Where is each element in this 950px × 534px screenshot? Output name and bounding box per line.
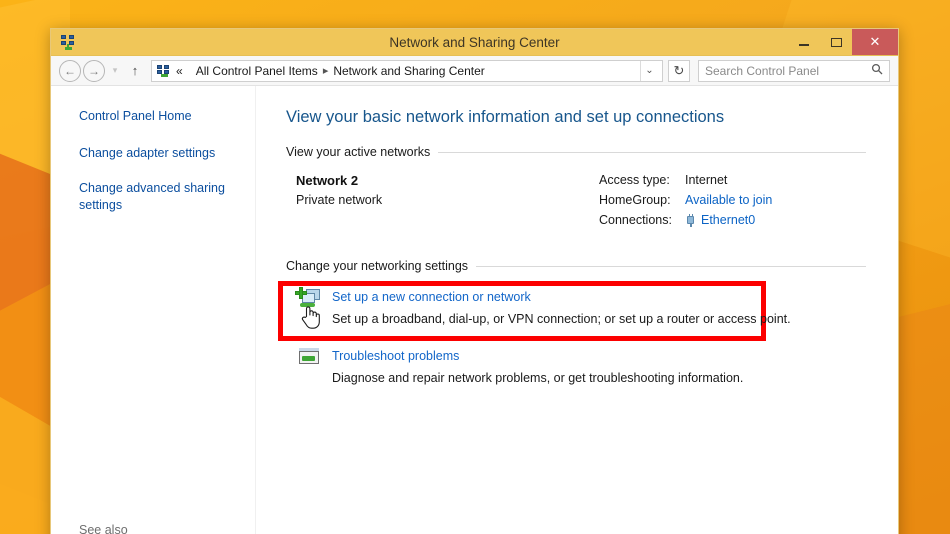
set-up-new-connection-description: Set up a broadband, dial-up, or VPN conn… xyxy=(332,312,791,326)
hand-pointer-cursor xyxy=(299,303,321,329)
network-sharing-center-window: Network and Sharing Center ✕ ← → ▾ ↑ « A… xyxy=(50,28,899,534)
breadcrumb[interactable]: « All Control Panel Items ▸ Network and … xyxy=(151,60,663,82)
maximize-button[interactable] xyxy=(820,29,852,55)
page-title: View your basic network information and … xyxy=(286,108,866,127)
title-bar[interactable]: Network and Sharing Center ✕ xyxy=(51,29,898,56)
history-dropdown-icon[interactable]: ▾ xyxy=(107,65,123,76)
main-content: View your basic network information and … xyxy=(256,86,898,534)
troubleshoot-problems-description: Diagnose and repair network problems, or… xyxy=(332,371,743,385)
action-set-up-new-connection[interactable]: Set up a new connection or network Set u… xyxy=(286,287,866,326)
search-icon[interactable] xyxy=(871,63,883,78)
detail-row-connections: Connections: Ethernet0 xyxy=(599,213,772,227)
chevron-down-icon[interactable]: ⌄ xyxy=(640,61,658,81)
control-panel-icon xyxy=(156,64,172,78)
active-networks-label: View your active networks xyxy=(286,145,430,159)
networking-settings-label: Change your networking settings xyxy=(286,259,468,273)
breadcrumb-separator-1: ▸ xyxy=(323,64,329,77)
detail-key-homegroup: HomeGroup: xyxy=(599,193,685,207)
set-up-new-connection-link[interactable]: Set up a new connection or network xyxy=(332,290,531,304)
address-bar: ← → ▾ ↑ « All Control Panel Items ▸ Netw… xyxy=(51,56,898,86)
detail-key-access-type: Access type: xyxy=(599,173,685,187)
window-title: Network and Sharing Center xyxy=(51,35,898,50)
section-divider xyxy=(476,266,866,267)
detail-row-access-type: Access type: Internet xyxy=(599,173,772,187)
forward-button[interactable]: → xyxy=(83,60,105,82)
detail-key-connections: Connections: xyxy=(599,213,685,227)
homegroup-available-to-join-link[interactable]: Available to join xyxy=(685,193,772,207)
network-identity: Network 2 Private network xyxy=(296,173,581,233)
search-input[interactable] xyxy=(705,64,871,78)
active-networks-section-header: View your active networks xyxy=(286,145,866,159)
network-details: Access type: Internet HomeGroup: Availab… xyxy=(581,173,772,233)
sidebar-item-change-adapter-settings[interactable]: Change adapter settings xyxy=(79,145,239,162)
sidebar-item-control-panel-home[interactable]: Control Panel Home xyxy=(79,108,239,125)
plug-icon xyxy=(685,214,696,227)
breadcrumb-overflow[interactable]: « xyxy=(176,64,183,78)
window-body: Control Panel Home Change adapter settin… xyxy=(51,86,898,534)
see-also-label: See also xyxy=(79,523,128,534)
detail-row-homegroup: HomeGroup: Available to join xyxy=(599,193,772,207)
network-computers-icon xyxy=(60,34,76,50)
sidebar-item-change-advanced-sharing-settings[interactable]: Change advanced sharing settings xyxy=(79,180,239,214)
sidebar: Control Panel Home Change adapter settin… xyxy=(51,86,256,534)
back-button[interactable]: ← xyxy=(59,60,81,82)
section-divider xyxy=(438,152,866,153)
breadcrumb-item-0[interactable]: All Control Panel Items xyxy=(196,64,318,78)
minimize-button[interactable] xyxy=(788,29,820,55)
networking-settings-section: Change your networking settings Set up a xyxy=(286,259,866,385)
detail-value-access-type: Internet xyxy=(685,173,727,187)
breadcrumb-separator-0 xyxy=(188,65,191,77)
troubleshoot-problems-link[interactable]: Troubleshoot problems xyxy=(332,349,459,363)
window-controls: ✕ xyxy=(788,29,898,55)
network-name: Network 2 xyxy=(296,173,581,188)
breadcrumb-item-1[interactable]: Network and Sharing Center xyxy=(333,64,484,78)
close-button[interactable]: ✕ xyxy=(852,29,898,55)
troubleshoot-icon xyxy=(296,346,322,368)
action-text-group: Troubleshoot problems Diagnose and repai… xyxy=(332,346,743,385)
network-type: Private network xyxy=(296,193,581,207)
refresh-button[interactable]: ↻ xyxy=(668,60,690,82)
action-troubleshoot-problems[interactable]: Troubleshoot problems Diagnose and repai… xyxy=(286,346,866,385)
action-text-group: Set up a new connection or network Set u… xyxy=(332,287,791,326)
up-one-level-button[interactable]: ↑ xyxy=(125,63,145,78)
search-box[interactable] xyxy=(698,60,890,82)
ethernet0-connection-link[interactable]: Ethernet0 xyxy=(701,213,755,227)
networking-settings-section-header: Change your networking settings xyxy=(286,259,866,273)
active-network-entry: Network 2 Private network Access type: I… xyxy=(286,173,866,233)
